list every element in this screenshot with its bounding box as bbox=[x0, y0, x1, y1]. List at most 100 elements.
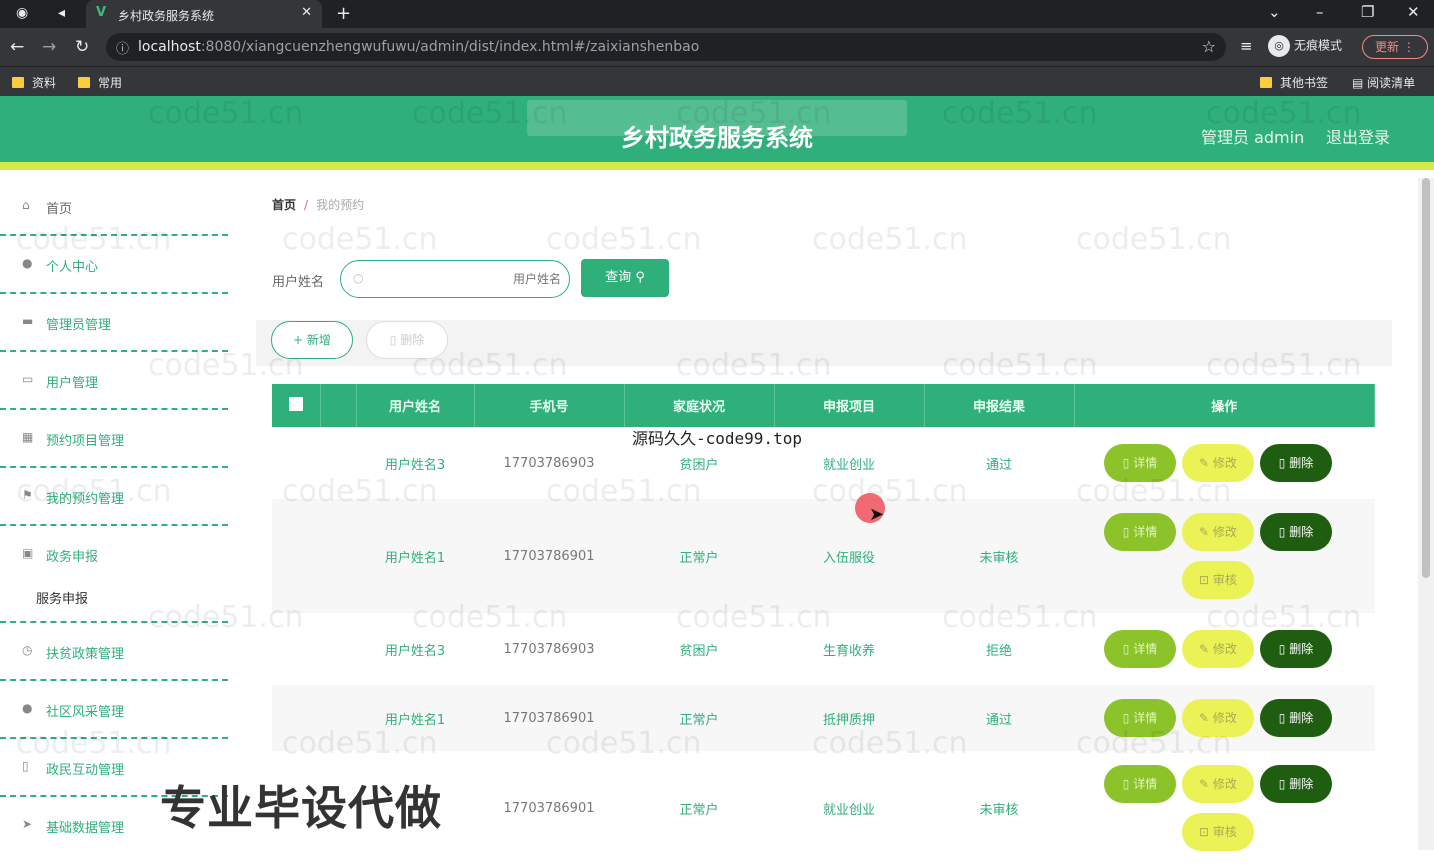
delete-button[interactable]: ▯ 删除 bbox=[1260, 765, 1332, 803]
chat-icon: ▣ bbox=[22, 546, 34, 560]
detail-button[interactable]: ▯ 详情 bbox=[1104, 513, 1176, 551]
cell-actions: ▯ 详情 ✎ 修改 ▯ 删除 ⊡ 审核 bbox=[1074, 499, 1375, 613]
edit-button[interactable]: ✎ 修改 bbox=[1182, 630, 1254, 668]
sidebar-item-declaration[interactable]: ▣ 政务申报 bbox=[0, 526, 228, 584]
watermark-text: code51.cn bbox=[1206, 600, 1362, 635]
select-all-cell[interactable] bbox=[272, 384, 321, 427]
media-icon[interactable]: ≡ bbox=[1240, 37, 1253, 55]
bookmark-star-icon[interactable]: ☆ bbox=[1202, 37, 1216, 56]
forward-icon[interactable]: → bbox=[42, 37, 56, 57]
other-bookmarks[interactable]: 其他书签 bbox=[1260, 74, 1328, 91]
browser-tab-bar: ◉ ◂ V 乡村政务服务系统 ✕ + ⌄ – ❐ ✕ bbox=[0, 0, 1434, 28]
tab-title: 乡村政务服务系统 bbox=[118, 9, 215, 23]
cell-result: 未审核 bbox=[979, 802, 1019, 818]
url-text: localhost:8080/xiangcuenzhengwufuwu/admi… bbox=[138, 39, 700, 55]
cell-name: 用户姓名1 bbox=[356, 499, 474, 613]
watermark-text: code51.cn bbox=[148, 348, 304, 383]
watermark-text: code51.cn bbox=[546, 222, 702, 257]
sidebar-item-label: 政务申报 bbox=[46, 550, 99, 565]
sidebar-item-projects[interactable]: ▦ 预约项目管理 bbox=[0, 410, 228, 468]
vue-logo-icon: V bbox=[96, 5, 107, 20]
edit-button[interactable]: ✎ 修改 bbox=[1182, 765, 1254, 803]
row-index-cell bbox=[320, 499, 356, 613]
globe-icon[interactable]: ◉ bbox=[16, 5, 28, 21]
reading-list[interactable]: ▤ 阅读清单 bbox=[1352, 74, 1415, 91]
detail-button[interactable]: ▯ 详情 bbox=[1104, 630, 1176, 668]
page-scrollbar[interactable] bbox=[1418, 178, 1434, 850]
reload-icon[interactable]: ↻ bbox=[75, 37, 89, 57]
restore-icon[interactable]: ❐ bbox=[1361, 3, 1374, 21]
url-field[interactable]: ⓘ localhost:8080/xiangcuenzhengwufuwu/ad… bbox=[106, 33, 1226, 61]
watermark-text: code51.cn bbox=[812, 474, 968, 509]
delete-button[interactable]: ▯ 删除 bbox=[1260, 630, 1332, 668]
back-icon[interactable]: ← bbox=[10, 37, 24, 57]
edit-button[interactable]: ✎ 修改 bbox=[1182, 513, 1254, 551]
site-info-icon[interactable]: ⓘ bbox=[116, 38, 129, 57]
watermark-text: code51.cn bbox=[282, 222, 438, 257]
audit-button[interactable]: ⊡ 审核 bbox=[1182, 813, 1254, 851]
sidebar-item-label: 个人中心 bbox=[46, 260, 99, 275]
watermark-text: code51.cn bbox=[1076, 726, 1232, 761]
breadcrumb-separator: / bbox=[304, 198, 309, 212]
close-tab-icon[interactable]: ✕ bbox=[301, 5, 312, 20]
watermark-text: code51.cn bbox=[812, 222, 968, 257]
reading-list-icon: ▤ bbox=[1352, 76, 1368, 90]
watermark-text: code51.cn bbox=[812, 726, 968, 761]
folder-icon bbox=[12, 77, 24, 88]
incognito-badge[interactable]: ◎ 无痕模式 bbox=[1268, 35, 1356, 59]
cell-phone: 17703786901 bbox=[503, 800, 595, 816]
watermark-text: code51.cn bbox=[16, 726, 172, 761]
users-icon: ▭ bbox=[22, 372, 34, 386]
cell-result: 未审核 bbox=[924, 499, 1074, 613]
sidebar-item-label: 首页 bbox=[46, 202, 73, 217]
scrollbar-thumb[interactable] bbox=[1422, 178, 1430, 578]
delete-button[interactable]: ▯ 删除 bbox=[1260, 444, 1332, 482]
detail-button[interactable]: ▯ 详情 bbox=[1104, 765, 1176, 803]
address-bar-row: ← → ↻ ⓘ localhost:8080/xiangcuenzhengwuf… bbox=[0, 28, 1434, 66]
search-input[interactable] bbox=[371, 269, 561, 289]
watermark-text: code51.cn bbox=[546, 726, 702, 761]
breadcrumb-current: 我的预约 bbox=[316, 198, 365, 212]
breadcrumb-home[interactable]: 首页 bbox=[272, 198, 296, 212]
cell-actions: ▯ 详情 ✎ 修改 ▯ 删除 ⊡ 审核 bbox=[1074, 751, 1375, 865]
query-button[interactable]: 查询 ⚲ bbox=[581, 259, 669, 297]
tab-search-icon[interactable]: ⌄ bbox=[1268, 3, 1281, 21]
new-tab-icon[interactable]: + bbox=[336, 3, 351, 24]
watermark-text: code51.cn bbox=[942, 348, 1098, 383]
user-icon: ● bbox=[22, 701, 33, 715]
breadcrumb: 首页 / 我的预约 bbox=[272, 196, 364, 213]
col-header-name: 用户姓名 bbox=[356, 384, 475, 427]
bookmark-folder-ziliao[interactable]: 资料 bbox=[12, 74, 56, 91]
select-all-checkbox[interactable] bbox=[288, 396, 303, 411]
watermark-text: code51.cn bbox=[942, 600, 1098, 635]
col-header-project: 申报项目 bbox=[774, 384, 925, 427]
watermark-text: code51.cn bbox=[1076, 474, 1232, 509]
sidebar-item-label: 预约项目管理 bbox=[46, 434, 125, 449]
update-button[interactable]: 更新 ⋮ bbox=[1362, 35, 1428, 59]
sidebar-item-admins[interactable]: ▬ 管理员管理 bbox=[0, 294, 228, 352]
minimize-icon[interactable]: – bbox=[1316, 3, 1324, 21]
admin-icon: ▬ bbox=[22, 314, 34, 328]
send-icon: ➤ bbox=[22, 817, 33, 831]
cell-family: 正常户 bbox=[624, 499, 774, 613]
audit-button[interactable]: ⊡ 审核 bbox=[1182, 561, 1254, 599]
sidebar-item-label: 扶贫政策管理 bbox=[46, 647, 125, 662]
watermark-text: code51.cn bbox=[282, 474, 438, 509]
watermark-text: code51.cn bbox=[676, 96, 832, 131]
mute-icon[interactable]: ◂ bbox=[58, 5, 65, 21]
browser-tab[interactable]: V 乡村政务服务系统 ✕ bbox=[86, 0, 322, 28]
watermark-text: code51.cn bbox=[148, 96, 304, 131]
folder-icon bbox=[1260, 77, 1272, 88]
row-checkbox-cell bbox=[272, 499, 320, 613]
search-label: 用户姓名 bbox=[272, 275, 325, 290]
close-window-icon[interactable]: ✕ bbox=[1407, 3, 1420, 21]
delete-button[interactable]: ▯ 删除 bbox=[1260, 513, 1332, 551]
search-box[interactable]: ○ bbox=[340, 260, 570, 298]
col-header-family: 家庭状况 bbox=[624, 384, 775, 427]
cell-family: 正常户 bbox=[679, 802, 719, 818]
sidebar-submenu-heading[interactable]: 服务申报 bbox=[36, 588, 88, 607]
bookmark-folder-changyong[interactable]: 常用 bbox=[78, 74, 122, 91]
sidebar-item-label: 基础数据管理 bbox=[46, 821, 125, 836]
cell-project: 就业创业 bbox=[822, 802, 875, 818]
delete-button[interactable]: ▯ 删除 bbox=[1260, 699, 1332, 737]
